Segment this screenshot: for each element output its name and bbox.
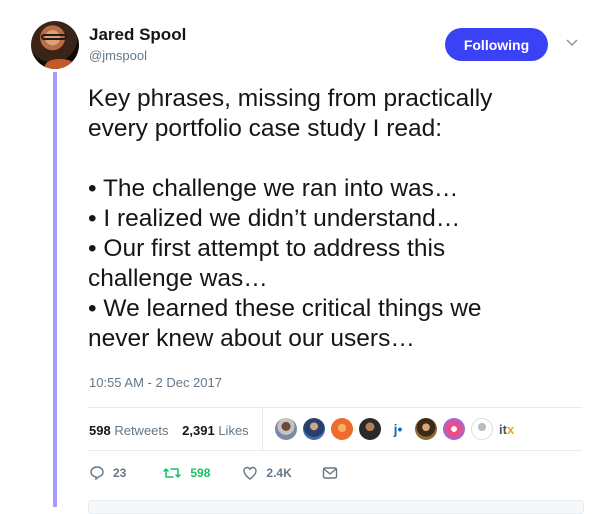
thread-line: [53, 72, 57, 507]
reply-count: 23: [113, 466, 127, 480]
retweets-count: 598: [89, 423, 111, 438]
tweet-actions: 23 598 2.4K: [89, 465, 338, 481]
author-avatar[interactable]: [31, 21, 79, 69]
tweet-text: Key phrases, missing from practically ev…: [88, 85, 493, 352]
author-name[interactable]: Jared Spool: [89, 25, 186, 45]
following-button[interactable]: Following: [445, 28, 548, 61]
likes-label: Likes: [218, 423, 249, 438]
retweet-button[interactable]: 598: [162, 465, 210, 481]
liker-avatar[interactable]: [471, 418, 493, 440]
tweet-stats: 598 Retweets 2,391 Likes: [89, 423, 249, 438]
envelope-icon: [322, 467, 337, 479]
itx-logo-text: it: [499, 421, 507, 437]
reply-button[interactable]: 23: [89, 465, 126, 481]
retweets-stat[interactable]: 598 Retweets: [89, 423, 169, 438]
chevron-down-icon[interactable]: [566, 38, 578, 48]
avatar-shirt: [45, 59, 75, 69]
likes-stat[interactable]: 2,391 Likes: [182, 423, 249, 438]
reply-input[interactable]: [88, 500, 584, 514]
reply-icon: [90, 466, 104, 481]
divider-vertical: [262, 408, 263, 450]
liker-avatar[interactable]: [303, 418, 325, 440]
like-count: 2.4K: [266, 466, 292, 480]
liker-avatar[interactable]: it x: [499, 422, 525, 437]
liker-avatar[interactable]: [415, 418, 437, 440]
liker-avatar[interactable]: [275, 418, 297, 440]
retweets-label: Retweets: [114, 423, 169, 438]
direct-message-button[interactable]: [322, 466, 338, 480]
retweet-icon: [163, 468, 182, 478]
likes-count: 2,391: [182, 423, 215, 438]
itx-logo-x: x: [506, 421, 515, 437]
liker-avatar[interactable]: [443, 418, 465, 440]
retweet-count: 598: [190, 466, 211, 480]
divider: [88, 407, 582, 408]
likers-list: j• it x: [275, 418, 525, 440]
tweet-timestamp[interactable]: 10:55 AM - 2 Dec 2017: [89, 375, 222, 390]
divider: [88, 450, 582, 451]
author-handle[interactable]: @jmspool: [89, 48, 147, 63]
liker-avatar[interactable]: j•: [387, 418, 409, 440]
like-button[interactable]: 2.4K: [242, 465, 292, 481]
liker-avatar[interactable]: [331, 418, 353, 440]
heart-icon: [243, 466, 258, 480]
liker-avatar[interactable]: [359, 418, 381, 440]
